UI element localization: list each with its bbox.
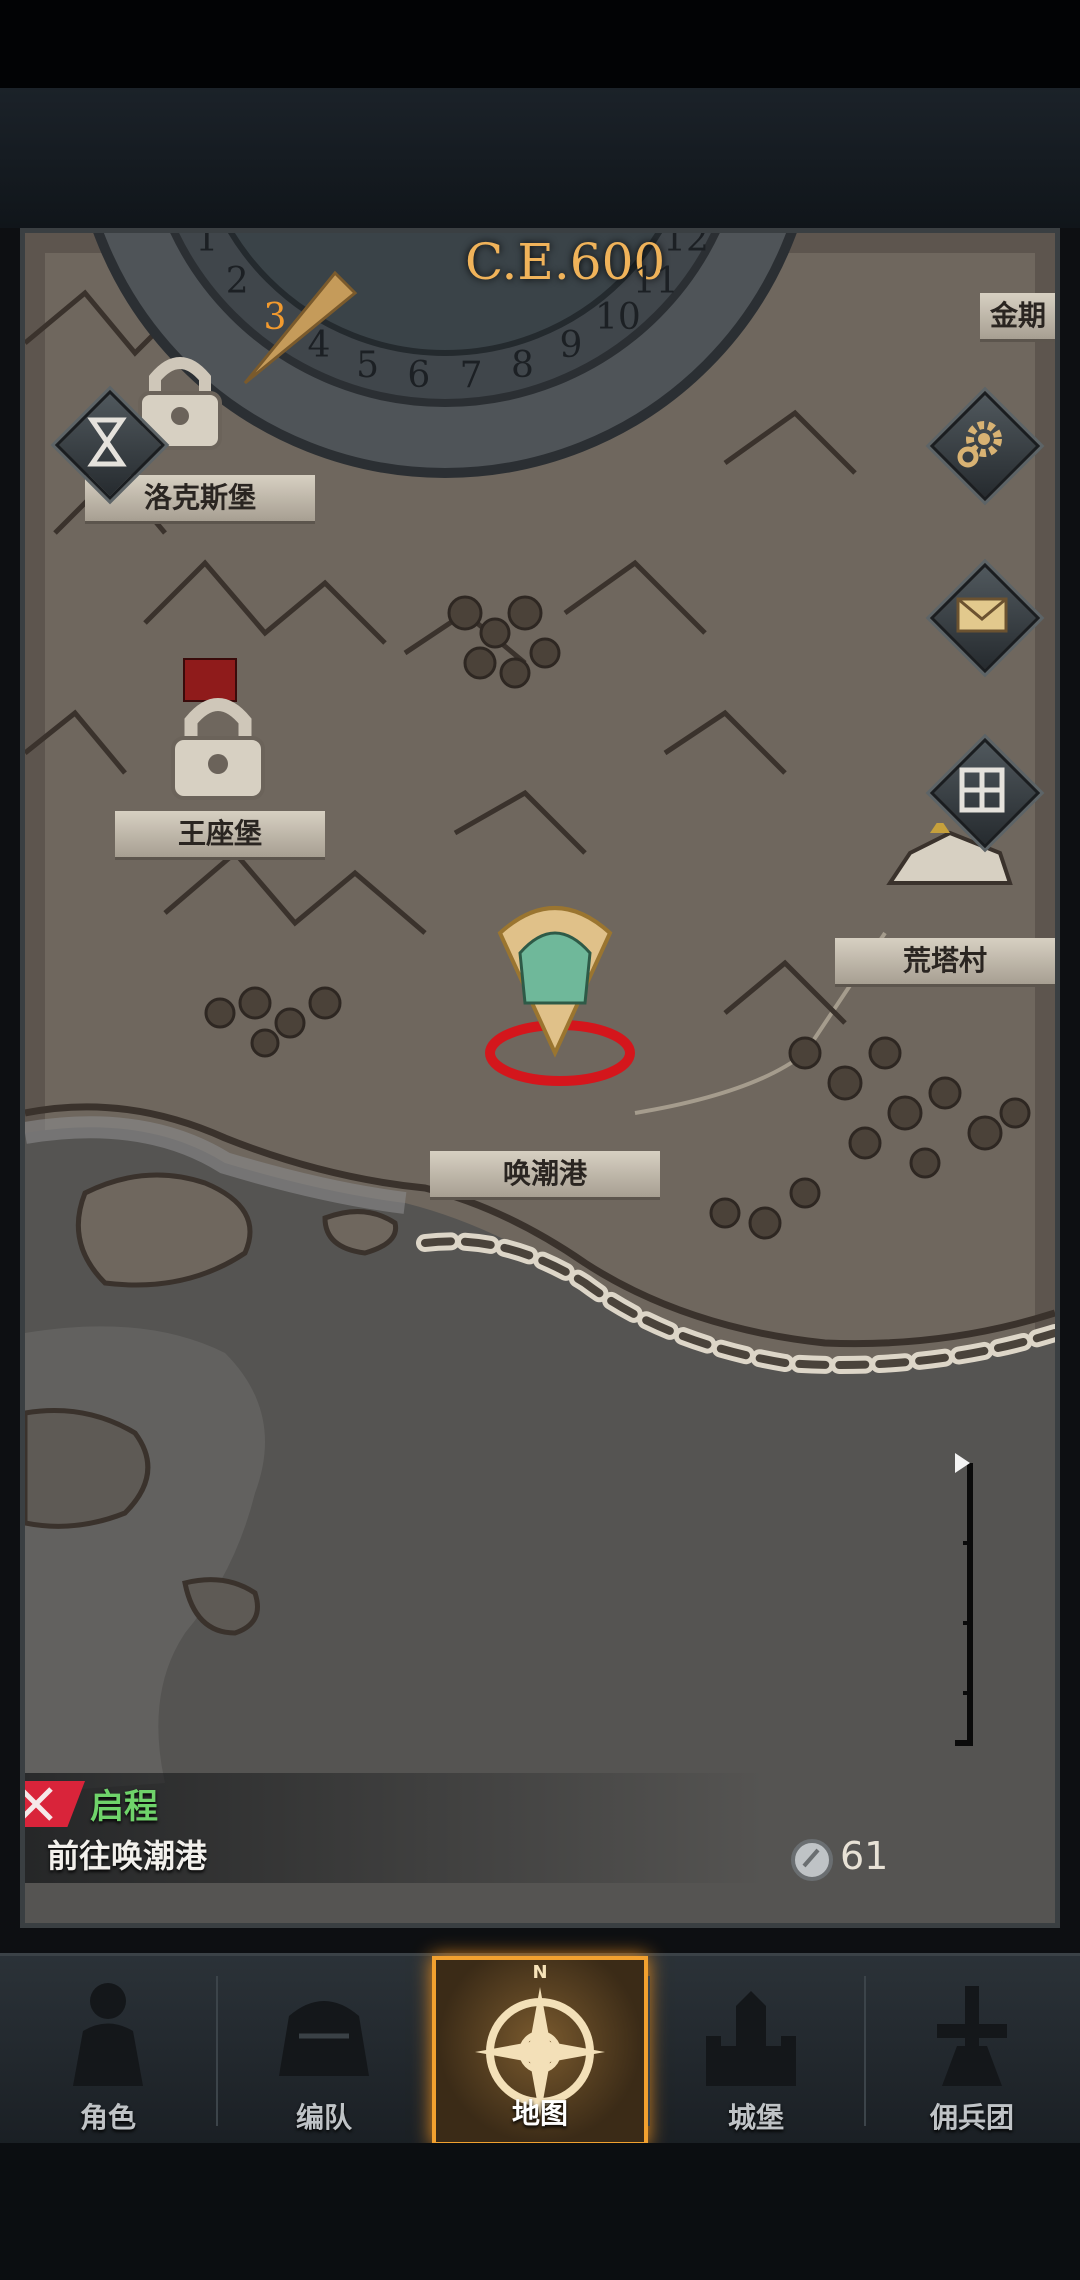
town-label-harbor[interactable]: 唤潮港 xyxy=(430,1151,660,1200)
world-map[interactable]: C.E.600 1 2 3 4 5 6 7 8 9 10 11 12 洛克斯堡 王座堡 唤潮港 荒塔村… xyxy=(20,228,1060,1928)
crossed-swords-icon xyxy=(25,1787,53,1821)
compass-letter: N xyxy=(532,1962,548,1983)
tab-label: 佣兵团 xyxy=(929,2101,1014,2134)
header-band xyxy=(0,88,1080,228)
hourglass-icon xyxy=(87,417,127,467)
tab-label: 地图 xyxy=(511,2097,568,2130)
helmet-icon xyxy=(279,2001,369,2076)
tab-formation[interactable]: 编队 xyxy=(216,1956,432,2146)
tab-map[interactable]: N 地图 xyxy=(432,1956,648,2146)
quest-text: 前往唤潮港 xyxy=(47,1837,208,1875)
tab-castle[interactable]: 城堡 xyxy=(648,1956,864,2146)
town-label-throne[interactable]: 王座堡 xyxy=(115,811,325,860)
status-bar xyxy=(0,0,1080,88)
grid-button[interactable] xyxy=(929,737,1041,849)
dial-number: 12 xyxy=(663,228,709,260)
dial-number: 5 xyxy=(356,344,379,386)
gesture-bar-area xyxy=(0,2143,1080,2280)
hourglass-button[interactable] xyxy=(54,389,166,501)
town-label-partial[interactable]: 金期 xyxy=(980,293,1055,342)
mail-button[interactable] xyxy=(929,562,1041,674)
tab-label: 城堡 xyxy=(727,2101,784,2134)
lock-icon xyxy=(171,698,265,800)
dial-number: 2 xyxy=(225,261,249,303)
tab-label: 编队 xyxy=(295,2101,352,2134)
knight-icon xyxy=(73,1983,143,2086)
settings-button[interactable] xyxy=(929,390,1041,502)
dial-number: 8 xyxy=(511,344,534,386)
quest-title: 启程 xyxy=(90,1787,158,1827)
tab-label: 角色 xyxy=(79,2101,136,2134)
quest-badge xyxy=(25,1781,85,1827)
dial-number: 10 xyxy=(594,297,641,339)
tab-mercenary[interactable]: 佣兵团 xyxy=(864,1956,1080,2146)
dial-number: 4 xyxy=(307,325,331,367)
envelope-icon xyxy=(956,597,1008,633)
player-marker-icon xyxy=(485,906,635,1086)
dial-number: 7 xyxy=(459,354,483,396)
grid-icon xyxy=(959,767,1005,813)
dial-number: 9 xyxy=(559,325,583,367)
bottom-nav: 角色 编队 N 地图 城堡 佣兵团 xyxy=(0,1953,1080,2146)
gear-icon xyxy=(957,421,1002,468)
castle-icon xyxy=(706,1991,796,2086)
dial-number: 11 xyxy=(632,261,679,303)
currency-value: 61 xyxy=(840,1834,889,1878)
silver-coin-icon xyxy=(791,1839,833,1881)
town-label-village[interactable]: 荒塔村 xyxy=(835,938,1055,987)
tab-character[interactable]: 角色 xyxy=(0,1956,216,2146)
dial-number: 1 xyxy=(195,228,219,260)
mercenary-icon xyxy=(937,1986,1007,2086)
dial-number: 6 xyxy=(407,354,431,396)
quest-panel[interactable]: 启程 前往唤潮港 xyxy=(25,1773,765,1883)
dial-number: 3 xyxy=(263,297,287,339)
zoom-slider[interactable] xyxy=(935,1453,1005,1753)
